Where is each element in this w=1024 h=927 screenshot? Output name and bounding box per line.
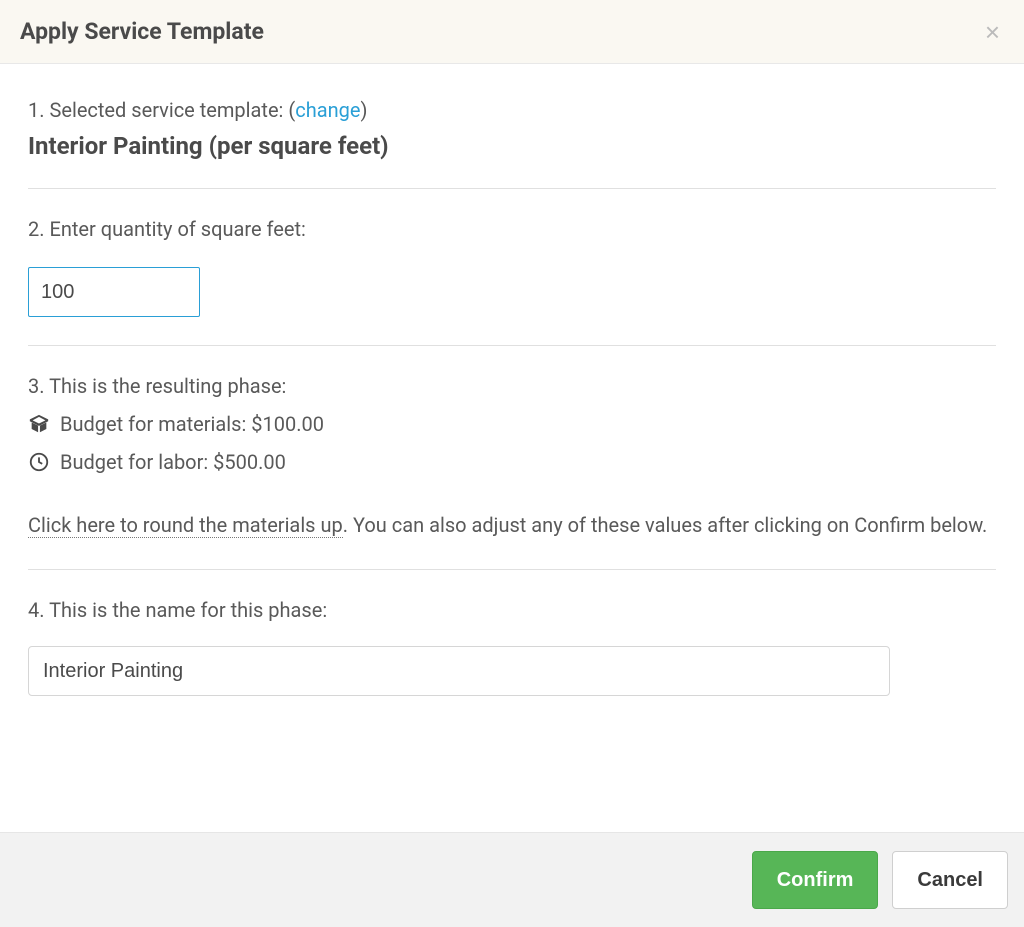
modal-header: Apply Service Template × [0, 0, 1024, 64]
selected-template-name: Interior Painting (per square feet) [28, 132, 996, 160]
materials-value: $100.00 [251, 412, 324, 436]
confirm-button[interactable]: Confirm [752, 851, 879, 909]
round-materials-text: Click here to round the materials up. Yo… [28, 510, 996, 541]
clock-icon [28, 451, 50, 473]
materials-label: Budget for materials: [60, 412, 251, 436]
divider [28, 345, 996, 346]
step1-label-suffix: ) [360, 98, 367, 122]
materials-budget-text: Budget for materials: $100.00 [60, 412, 324, 436]
quantity-input[interactable] [28, 267, 200, 317]
modal-footer: Confirm Cancel [0, 832, 1024, 927]
step1-label-line: 1. Selected service template: (change) [28, 98, 996, 122]
divider [28, 569, 996, 570]
step4-label: 4. This is the name for this phase: [28, 598, 996, 622]
labor-budget-text: Budget for labor: $500.00 [60, 450, 286, 474]
labor-budget-row: Budget for labor: $500.00 [28, 450, 996, 474]
round-materials-link[interactable]: Click here to round the materials up [28, 513, 343, 538]
round-materials-rest: . You can also adjust any of these value… [343, 513, 988, 537]
step3-label: 3. This is the resulting phase: [28, 374, 996, 398]
step1-label-prefix: 1. Selected service template: ( [28, 98, 295, 122]
apply-service-template-modal: Apply Service Template × 1. Selected ser… [0, 0, 1024, 927]
phase-name-input[interactable] [28, 646, 890, 696]
box-icon [28, 413, 50, 435]
modal-title: Apply Service Template [20, 18, 264, 45]
cancel-button[interactable]: Cancel [892, 851, 1008, 909]
labor-value: $500.00 [213, 450, 286, 474]
close-button[interactable]: × [981, 19, 1004, 45]
materials-budget-row: Budget for materials: $100.00 [28, 412, 996, 436]
divider [28, 188, 996, 189]
modal-body: 1. Selected service template: (change) I… [0, 64, 1024, 832]
change-template-link[interactable]: change [295, 98, 360, 122]
step2-label: 2. Enter quantity of square feet: [28, 217, 996, 241]
labor-label: Budget for labor: [60, 450, 213, 474]
close-icon: × [985, 17, 1000, 47]
